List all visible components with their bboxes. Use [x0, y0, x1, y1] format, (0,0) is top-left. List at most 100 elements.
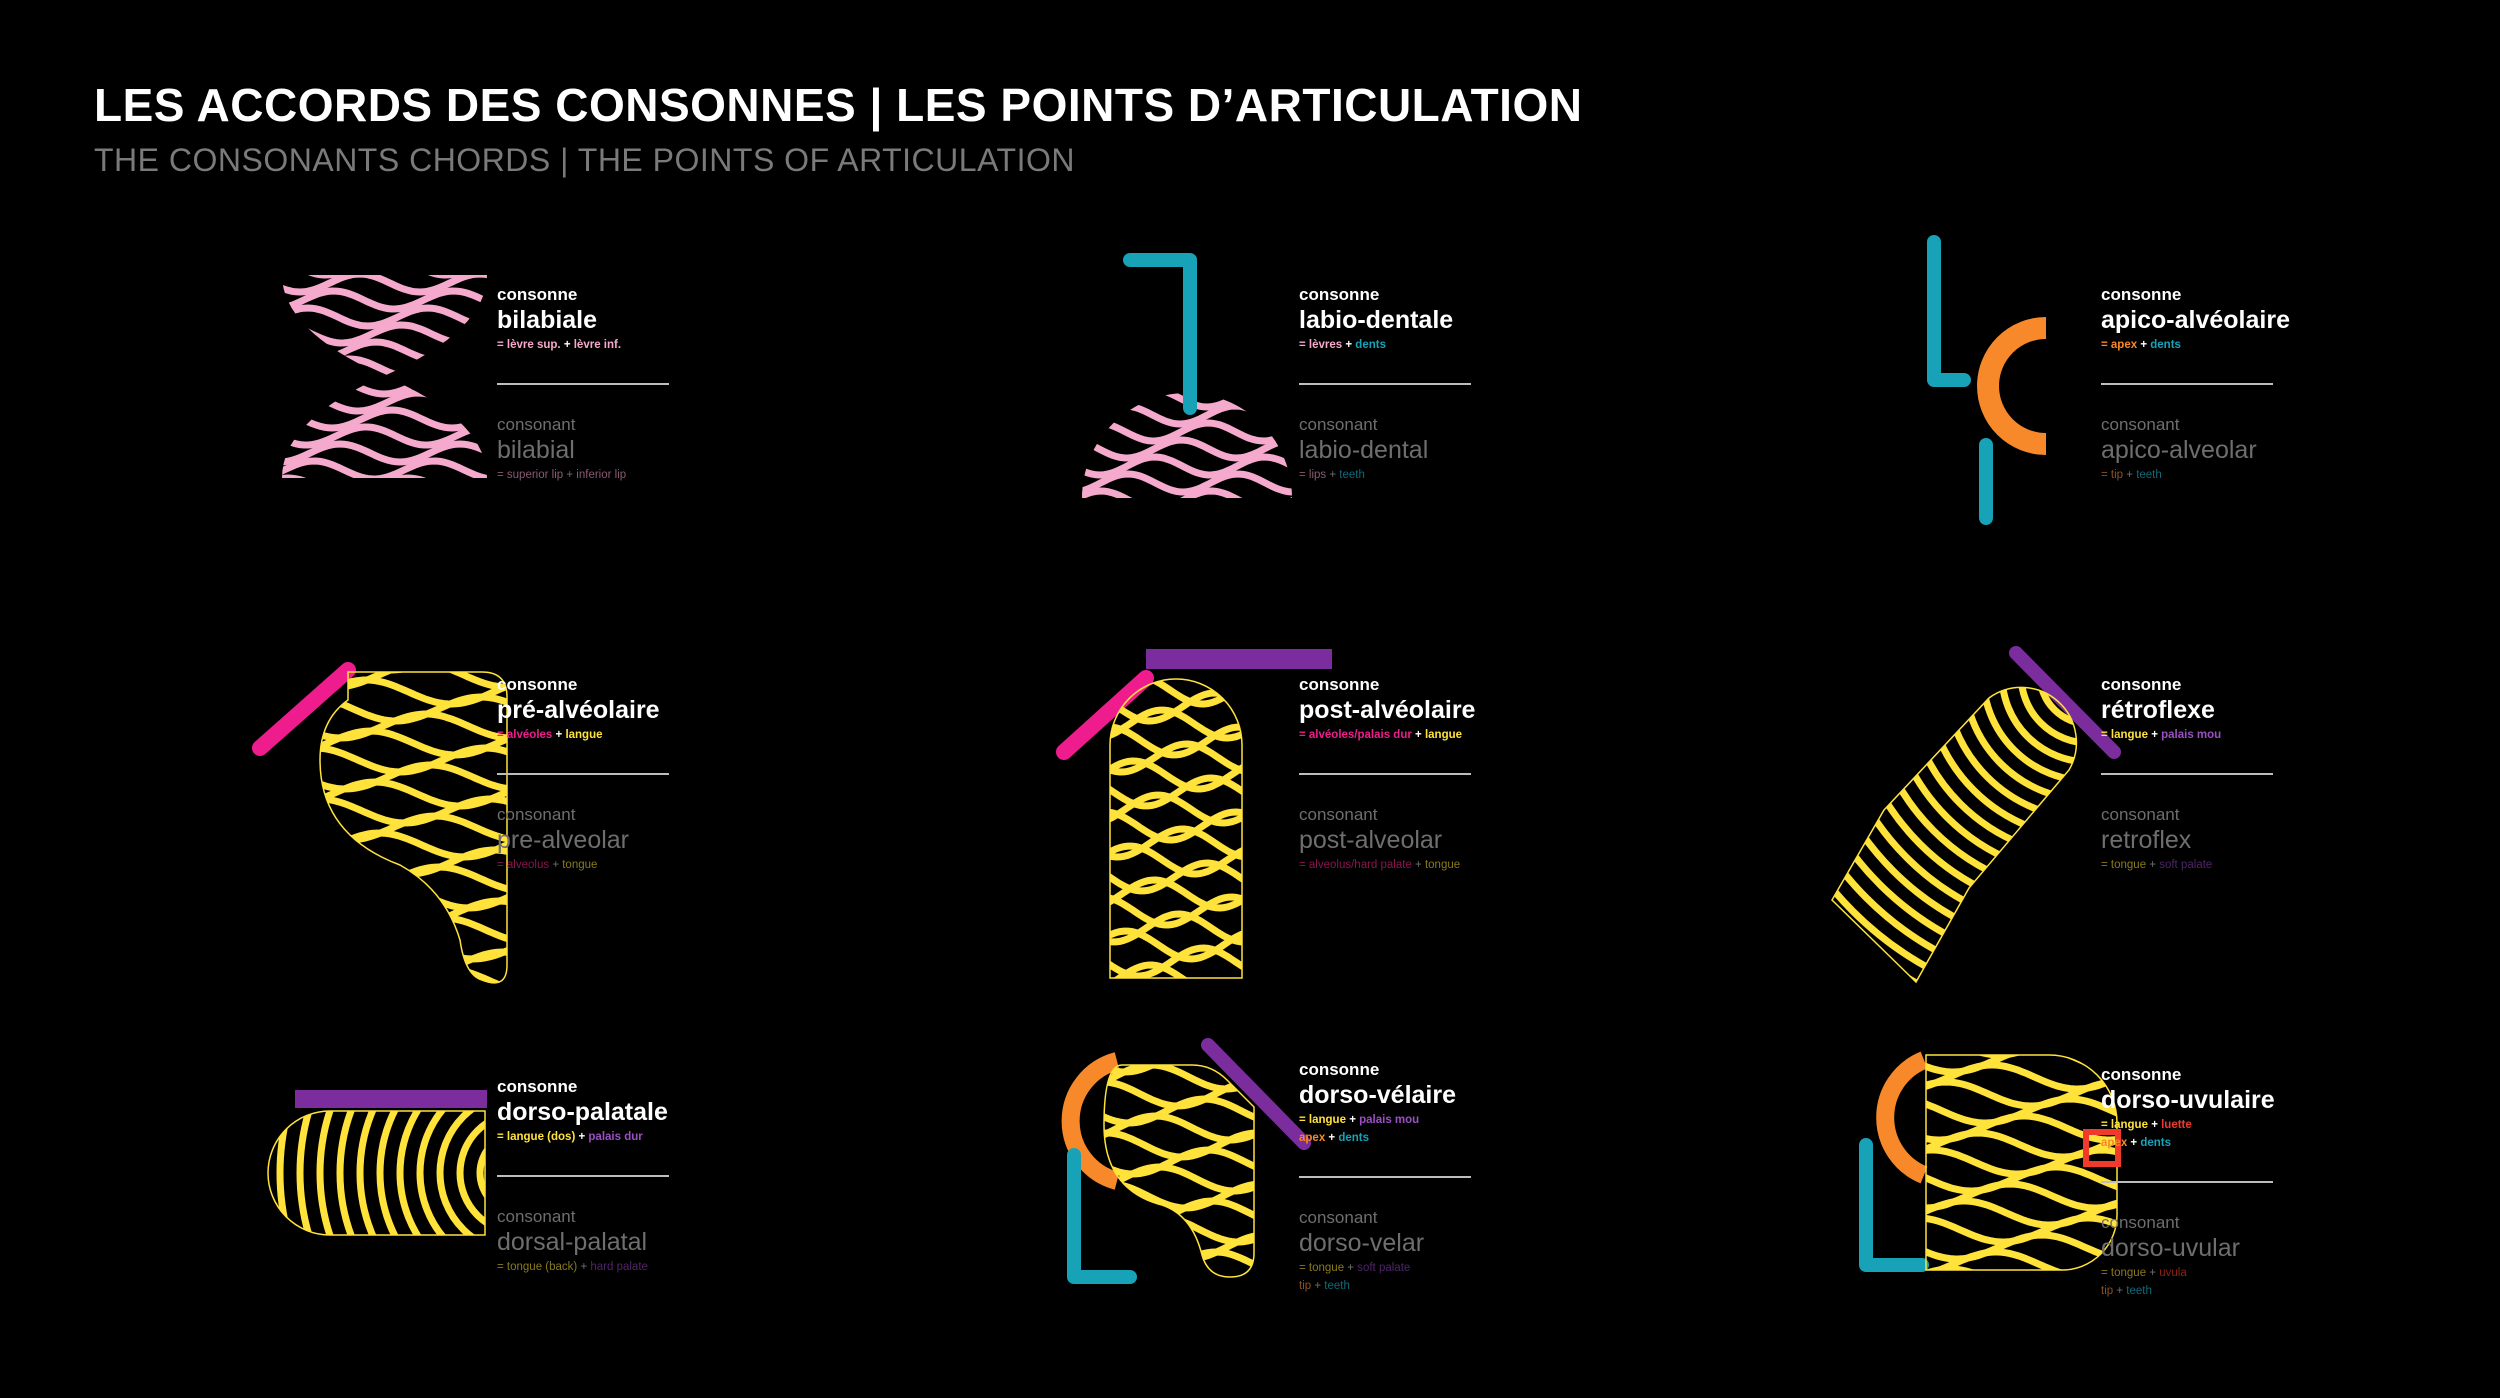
- english-label: consonant: [1299, 415, 1378, 434]
- french-parts-secondary: apex + dents: [1299, 1130, 1471, 1146]
- part-term: langue: [565, 729, 603, 741]
- tongue-outline: [1831, 686, 2078, 984]
- card-text: consonne apico-alvéolaire = apex + dents co…: [2101, 285, 2290, 483]
- french-label: consonne: [1299, 285, 1380, 304]
- wave-stripe: [320, 965, 507, 983]
- french-name: pré-alvéolaire: [497, 696, 660, 724]
- apex-arc: [1977, 317, 2047, 455]
- teeth-bar: [1927, 235, 1971, 387]
- english-parts: = alveolus + tongue: [497, 857, 669, 873]
- english-name: dorso-velar: [1299, 1229, 1425, 1257]
- part-term: +: [2126, 469, 2133, 481]
- part-term: +: [2149, 859, 2157, 871]
- part-term: langue: [1424, 729, 1463, 741]
- english-label: consonant: [1299, 805, 1378, 824]
- divider: [2101, 1181, 2273, 1183]
- english-label: consonant: [497, 805, 576, 824]
- french-name: dorso-uvulaire: [2101, 1086, 2275, 1114]
- french-name: apico-alvéolaire: [2101, 306, 2290, 334]
- wave-stripe: [282, 457, 487, 478]
- part-term: palais dur: [588, 1131, 643, 1143]
- part-term: dents: [2140, 1137, 2172, 1149]
- part-term: soft palate: [1357, 1262, 1411, 1274]
- articulation-card-dorso-velar: consonne dorso-vélaire = langue + palais m…: [942, 1015, 1742, 1395]
- part-term: = apex: [2101, 339, 2138, 351]
- card-text: consonne bilabiale = lèvre sup. + lèvre in…: [497, 285, 669, 483]
- divider: [497, 1175, 669, 1177]
- teeth-bar: [1123, 253, 1197, 415]
- wave-stripe: [320, 761, 507, 793]
- french-parts: = alvéoles + langue: [497, 727, 669, 743]
- part-term: +: [2151, 1119, 2158, 1131]
- wave-stripe: [1082, 453, 1292, 479]
- part-term: +: [1415, 729, 1422, 741]
- french-label: consonne: [2101, 285, 2182, 304]
- part-term: +: [1329, 469, 1337, 481]
- articulation-card-retroflex: consonne rétroflexe = langue + palais mou c…: [1744, 620, 2500, 1000]
- wave-stripe: [320, 897, 507, 929]
- wave-stripe: [1092, 1031, 1272, 1055]
- card-text: consonne labio-dentale = lèvres + dents con…: [1299, 285, 1471, 483]
- english-name: labio-dental: [1299, 436, 1429, 464]
- wave-stripe: [320, 982, 507, 983]
- divider: [2101, 383, 2273, 385]
- part-term: = tongue: [2101, 1267, 2147, 1279]
- french-name: bilabiale: [497, 306, 598, 334]
- articulation-card-pre-alveolar: consonne pré-alvéolaire = alvéoles + langu…: [140, 620, 940, 1000]
- english-label: consonant: [497, 1207, 576, 1226]
- part-term: +: [2116, 1285, 2124, 1297]
- part-term: +: [580, 1261, 588, 1273]
- part-term: = langue: [2101, 729, 2148, 741]
- english-name: retroflex: [2101, 826, 2192, 854]
- part-term: = lèvres: [1299, 339, 1343, 351]
- wave-stripe: [320, 672, 507, 674]
- part-term: +: [1349, 1114, 1356, 1126]
- part-term: = alvéoles/palais dur: [1299, 729, 1412, 741]
- divider: [1299, 1176, 1471, 1178]
- wave-stripe: [320, 914, 507, 946]
- part-term: = alveolus/hard palate: [1299, 859, 1412, 871]
- part-term: uvula: [2159, 1267, 2187, 1279]
- english-parts-secondary: tip + teeth: [1299, 1278, 1471, 1294]
- part-term: = alveolus: [497, 859, 550, 871]
- part-term: tip: [1299, 1280, 1312, 1292]
- part-term: = tongue: [1299, 1262, 1345, 1274]
- card-text: consonne dorso-palatale = langue (dos) + p…: [497, 1077, 669, 1275]
- part-term: +: [566, 469, 574, 481]
- part-term: hard palate: [590, 1261, 648, 1273]
- english-parts-secondary: tip + teeth: [2101, 1283, 2275, 1299]
- divider: [2101, 773, 2273, 775]
- wave-stripe: [1092, 1286, 1272, 1310]
- french-name: post-alvéolaire: [1299, 696, 1476, 724]
- part-term: +: [1415, 859, 1422, 871]
- articulation-card-apico-alveolar: consonne apico-alvéolaire = apex + dents co…: [1744, 230, 2500, 610]
- english-name: bilabial: [497, 436, 575, 464]
- part-term: +: [1314, 1280, 1322, 1292]
- articulation-card-dorso-uvular: consonne dorso-uvulaire = langue + luette a…: [1744, 1015, 2500, 1395]
- page-subtitle: THE CONSONANTS CHORDS | THE POINTS OF AR…: [94, 142, 1075, 178]
- apex-arc: [1876, 1051, 1928, 1184]
- part-term: palais mou: [2161, 729, 2222, 741]
- wave-stripe: [320, 710, 507, 742]
- wave-stripe: [320, 812, 507, 844]
- part-term: = tongue: [2101, 859, 2147, 871]
- english-label: consonant: [497, 415, 576, 434]
- french-label: consonne: [2101, 675, 2182, 694]
- english-name: pre-alveolar: [497, 826, 630, 854]
- french-parts: = langue + palais mou: [1299, 1112, 1471, 1128]
- french-parts: = lèvres + dents: [1299, 337, 1471, 353]
- english-parts: = superior lip + inferior lip: [497, 467, 669, 483]
- divider: [1299, 383, 1471, 385]
- part-term: +: [552, 859, 560, 871]
- wave-stripe: [1926, 1055, 2117, 1059]
- part-term: dents: [2150, 339, 2181, 351]
- part-term: +: [555, 729, 563, 741]
- part-term: dents: [1355, 339, 1386, 351]
- french-label: consonne: [497, 285, 578, 304]
- part-term: +: [578, 1131, 586, 1143]
- part-term: apex: [1299, 1132, 1326, 1144]
- french-parts: = apex + dents: [2101, 337, 2290, 353]
- part-term: = alvéoles: [497, 729, 553, 741]
- hard-palate-bar: [295, 1090, 487, 1108]
- page-title: LES ACCORDS DES CONSONNES | LES POINTS D…: [94, 79, 1583, 131]
